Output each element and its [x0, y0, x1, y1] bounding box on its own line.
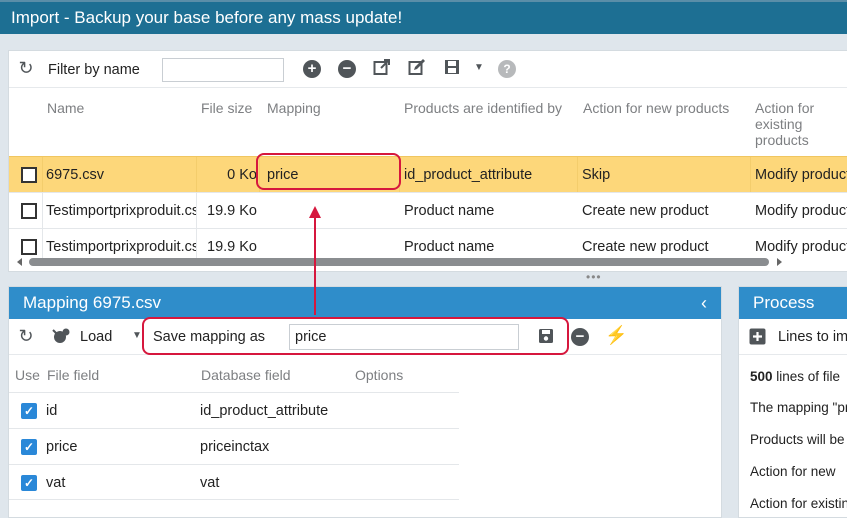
add-icon[interactable]: + [303, 60, 321, 78]
process-line: Action for new [750, 464, 836, 479]
cell-size: 19.9 Ko [207, 203, 257, 219]
help-icon[interactable]: ? [498, 60, 516, 78]
file-field: vat [46, 475, 66, 491]
dropdown-icon[interactable]: ▼ [469, 59, 489, 79]
app-title: Import - Backup your base before any mas… [11, 8, 403, 27]
row-checkbox[interactable] [21, 239, 37, 255]
process-line: Products will be [750, 432, 845, 447]
mapping-row[interactable]: ✓ id id_product_attribute [9, 392, 459, 428]
mapping-row[interactable]: ✓ vat vat [9, 464, 459, 500]
process-line: Action for existing [750, 496, 847, 511]
save-mapping-highlight [142, 317, 569, 355]
cell-divider [42, 157, 43, 193]
col-use: Use [15, 367, 40, 383]
row-checkbox[interactable] [21, 167, 37, 183]
cell-action-existing: Modify products [755, 167, 847, 183]
cell-identified-by: Product name [404, 203, 495, 219]
scroll-left-icon[interactable] [17, 258, 22, 266]
database-field[interactable]: id_product_attribute [200, 393, 328, 429]
process-header: Process [739, 287, 847, 319]
col-size[interactable]: File size [201, 100, 252, 116]
cell-divider [196, 157, 197, 193]
files-grid-header: Name File size Mapping Products are iden… [9, 88, 847, 156]
cell-action-new: Skip [582, 167, 611, 183]
col-name[interactable]: Name [47, 100, 84, 116]
cell-identified-by: id_product_attribute [404, 167, 533, 183]
mapping-header: Mapping 6975.csv ‹ [9, 287, 721, 319]
mapping-grid-header: Use File field Database field Options [9, 355, 721, 393]
cell-action-new: Create new product [582, 203, 709, 219]
process-line: 500 lines of file [750, 369, 840, 384]
process-panel: Process Lines to import 500 lines of fil… [738, 286, 847, 518]
cell-name: Testimportprixproduit.csv [46, 203, 196, 219]
use-checkbox[interactable]: ✓ [21, 403, 37, 419]
process-text: Action for existing [750, 496, 847, 511]
col-mapping[interactable]: Mapping [267, 100, 321, 116]
row-checkbox[interactable] [21, 203, 37, 219]
mapping-title: Mapping 6975.csv [23, 293, 161, 312]
mapping-row[interactable]: ✓ price priceinctax [9, 428, 459, 464]
save-icon[interactable] [442, 58, 462, 78]
refresh-icon[interactable]: ↻ [16, 327, 36, 347]
load-icon[interactable] [51, 326, 71, 346]
process-text: Products will be [750, 432, 845, 447]
process-text: lines of file [772, 369, 841, 384]
scrollbar-thumb[interactable] [29, 258, 769, 266]
collapse-chevron-icon[interactable]: ‹ [701, 287, 707, 319]
export-icon[interactable] [372, 58, 392, 78]
table-row[interactable]: Testimportprixproduit.csv 19.9 Ko Produc… [9, 192, 847, 229]
use-checkbox[interactable]: ✓ [21, 439, 37, 455]
process-title: Process [753, 293, 815, 312]
col-database-field: Database field [201, 367, 291, 383]
table-row[interactable]: 6975.csv 0 Ko price id_product_attribute… [9, 156, 847, 193]
annotation-arrow [314, 218, 316, 315]
col-file-field: File field [47, 367, 100, 383]
app-titlebar: Import - Backup your base before any mas… [0, 0, 847, 34]
line-count: 500 [750, 369, 773, 384]
titlebar-edge [0, 0, 847, 2]
cell-size: 0 Ko [227, 167, 257, 183]
horizontal-scrollbar[interactable] [17, 258, 843, 266]
process-text: The mapping "price" [750, 400, 847, 415]
cell-divider [42, 193, 43, 229]
process-toolbar: Lines to import [739, 319, 847, 355]
arrow-head-icon [309, 206, 321, 218]
file-field: price [46, 439, 78, 455]
col-action-existing[interactable]: Action for existing products [755, 100, 847, 148]
scroll-right-icon[interactable] [777, 258, 782, 266]
refresh-icon[interactable]: ↻ [16, 59, 36, 79]
file-field: id [46, 403, 58, 419]
remove-icon[interactable]: − [571, 328, 589, 346]
cell-divider [577, 157, 578, 193]
mapping-cell-highlight [256, 153, 401, 190]
lines-to-import-label[interactable]: Lines to import [778, 329, 847, 345]
load-button[interactable]: Load [80, 329, 112, 345]
database-field[interactable]: vat [200, 465, 219, 501]
col-options: Options [355, 367, 404, 383]
add-lines-icon[interactable] [749, 328, 766, 348]
panel-splitter[interactable]: ••• [586, 270, 602, 284]
use-checkbox[interactable]: ✓ [21, 475, 37, 491]
database-field[interactable]: priceinctax [200, 429, 269, 465]
files-toolbar: ↻ Filter by name + − ▼ ? [9, 51, 847, 88]
files-panel: ↻ Filter by name + − ▼ ? Name File size … [8, 50, 847, 272]
process-line: The mapping "price" [750, 400, 847, 415]
table-row[interactable]: Testimportprixproduit.csv 19.9 Ko Produc… [9, 228, 847, 265]
remove-icon[interactable]: − [338, 60, 356, 78]
cell-mapping [267, 193, 397, 229]
cell-divider [750, 157, 751, 193]
process-text: Action for new [750, 464, 836, 479]
cell-action-existing: Modify products [755, 203, 847, 219]
edit-icon[interactable] [407, 58, 427, 78]
cell-divider [196, 193, 197, 229]
col-action-new[interactable]: Action for new products [583, 100, 729, 116]
col-identified-by[interactable]: Products are identified by [404, 100, 562, 116]
filter-input[interactable] [162, 58, 284, 82]
cell-name: 6975.csv [46, 167, 105, 183]
filter-label: Filter by name [48, 62, 140, 78]
lightning-icon[interactable]: ⚡ [605, 326, 627, 346]
